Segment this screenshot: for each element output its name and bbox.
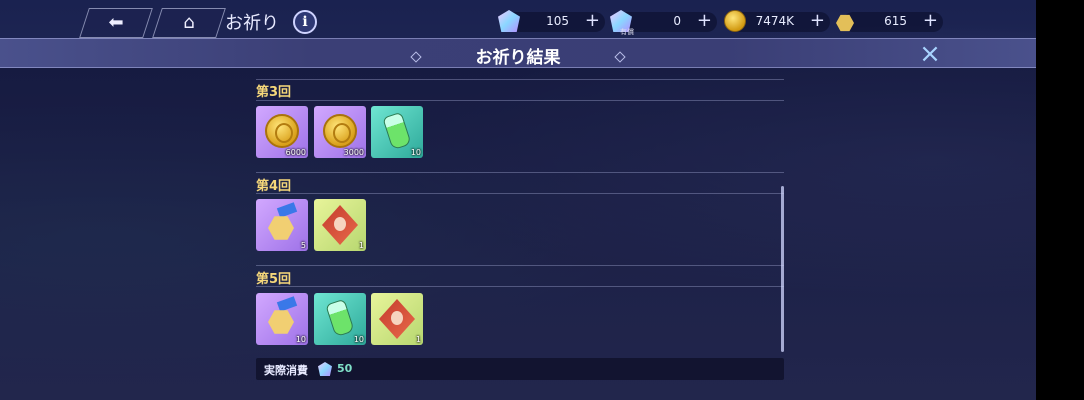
letterbox-bar [1036, 0, 1084, 400]
resource-gem-value: 105 [546, 14, 569, 28]
divider [256, 193, 784, 194]
gem-icon [318, 362, 332, 376]
divider [256, 172, 784, 173]
star-coin-icon [268, 310, 294, 334]
ticket-tag-icon [276, 202, 298, 218]
top-bar: ⬅︎ ⌂ お祈り i 105 + 0 + 有償 7474K + 615 + [0, 0, 1036, 40]
modal-body [0, 68, 1036, 400]
add-coin-button[interactable]: + [810, 10, 825, 31]
resource-gem-2-value: 0 [673, 14, 681, 28]
results-scrollbar[interactable] [781, 186, 784, 352]
modal-header: お祈り結果 × [0, 38, 1036, 69]
potion-bottle-icon [325, 298, 355, 338]
resource-gem: 105 + [505, 10, 605, 32]
item-count: 5 [300, 241, 306, 250]
reward-item-coin[interactable]: 3000 [314, 106, 366, 158]
round-label: 第4回 [256, 179, 292, 194]
item-count: 6000 [285, 148, 306, 157]
info-button[interactable]: i [293, 10, 317, 34]
resource-star-coin: 615 + [843, 10, 943, 32]
add-gem-2-button[interactable]: + [697, 10, 712, 31]
add-star-coin-button[interactable]: + [923, 10, 938, 31]
coin-icon [323, 114, 357, 148]
item-count: 1 [415, 335, 421, 344]
item-count: 3000 [343, 148, 364, 157]
resource-star-coin-value: 615 [884, 14, 907, 28]
item-count: 10 [410, 148, 421, 157]
cost-summary: 実際消費 50 [256, 358, 784, 380]
reward-item-potion[interactable]: 10 [314, 293, 366, 345]
item-count: 10 [295, 335, 306, 344]
item-count: 10 [353, 335, 364, 344]
reward-item-character[interactable]: 1 [371, 293, 423, 345]
coin-icon [265, 114, 299, 148]
home-icon: ⌂ [183, 12, 195, 33]
potion-bottle-icon [382, 111, 412, 151]
divider [256, 265, 784, 266]
divider [256, 79, 784, 80]
back-arrow-icon: ⬅︎ [108, 12, 124, 33]
resource-coin-value: 7474K [755, 14, 794, 28]
reward-item-coin[interactable]: 6000 [256, 106, 308, 158]
add-gem-button[interactable]: + [585, 10, 600, 31]
game-scene: ⬅︎ ⌂ お祈り i 105 + 0 + 有償 7474K + 615 + お祈… [0, 0, 1036, 400]
coin-icon [724, 10, 746, 32]
reward-item-potion[interactable]: 10 [371, 106, 423, 158]
star-coin-icon [268, 216, 294, 240]
reward-item-star-coin[interactable]: 10 [256, 293, 308, 345]
paid-label: 有償 [620, 28, 634, 36]
modal-title: お祈り結果 [475, 48, 561, 68]
round-label: 第5回 [256, 272, 292, 287]
item-count: 1 [358, 241, 364, 250]
character-portrait-icon [379, 299, 415, 339]
reward-item-character[interactable]: 1 [314, 199, 366, 251]
cost-amount: 50 [337, 362, 353, 375]
round-label: 第3回 [256, 85, 292, 100]
cost-label: 実際消費 [264, 364, 308, 377]
home-button[interactable]: ⌂ [152, 8, 226, 38]
reward-item-star-coin[interactable]: 5 [256, 199, 308, 251]
page-title: お祈り [225, 13, 279, 34]
back-button[interactable]: ⬅︎ [79, 8, 153, 38]
divider [256, 286, 784, 287]
divider [256, 100, 784, 101]
ticket-tag-icon [276, 296, 298, 312]
character-portrait-icon [322, 205, 358, 245]
close-button[interactable]: × [915, 39, 945, 69]
